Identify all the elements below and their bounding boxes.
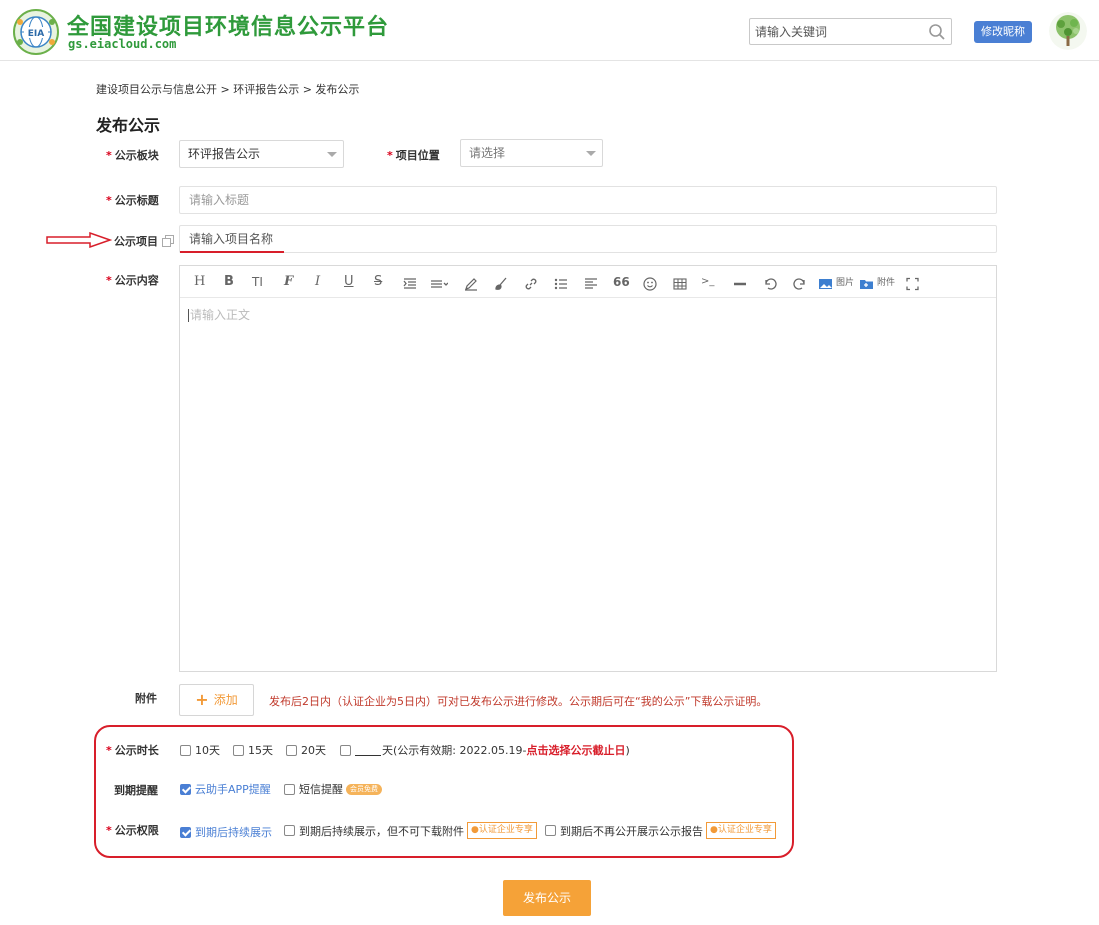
avatar[interactable] [1049,12,1087,50]
search-icon[interactable] [928,23,946,41]
annotation-underline [180,251,284,253]
indent-icon[interactable] [403,275,417,293]
attachment-label[interactable]: 附件 [877,274,895,292]
horizontal-rule-icon[interactable] [733,275,747,293]
quote-icon[interactable]: 66 [613,273,630,291]
shield-icon: ● [471,825,479,835]
duration-15-checkbox[interactable]: 15天 [233,742,273,758]
annotation-arrow-icon [46,232,112,248]
editor-content-area[interactable]: 请输入正文 [188,306,250,323]
shield-icon: ● [710,825,718,835]
board-select[interactable]: 环评报告公示 [179,140,344,168]
certified-only-badge: ●认证企业专享 [467,822,537,839]
member-free-badge: 会员免费 [346,783,382,795]
bullet-list-icon[interactable] [554,275,568,293]
required-mark: * [106,149,112,162]
checkbox-checked-icon [180,783,191,795]
permission-hide-report-checkbox[interactable]: 到期后不再公开展示公示报告 ●认证企业专享 [545,822,776,839]
fullscreen-icon[interactable] [906,275,919,293]
location-select-value: 请选择 [469,146,506,160]
bold-icon[interactable]: B [224,273,234,291]
required-mark: * [106,274,112,287]
project-label: 公示项目 [114,233,174,249]
site-domain: gs.eiacloud.com [68,37,177,51]
location-select[interactable]: 请选择 [460,139,603,167]
checkbox-icon [286,744,297,756]
permission-no-download-checkbox[interactable]: 到期后持续展示，但不可下载附件 ●认证企业专享 [284,822,537,839]
copy-icon[interactable] [162,235,174,247]
custom-days-input[interactable] [355,745,381,756]
required-mark: * [387,149,393,162]
top-header: EIA 全国建设项目环境信息公示平台 gs.eiacloud.com 修改昵称 [0,0,1099,61]
permission-keep-showing-checkbox[interactable]: 到期后持续展示 [180,824,272,840]
code-icon[interactable]: >_ [701,273,714,291]
duration-20-checkbox[interactable]: 20天 [286,742,326,758]
checkbox-icon [284,783,295,795]
rename-button[interactable]: 修改昵称 [974,21,1032,43]
line-height-icon[interactable] [430,275,448,293]
editor-toolbar: H B TI F I U S 66 >_ 图片 附件 [180,266,996,298]
font-family-icon[interactable]: F [284,273,293,291]
search-box[interactable] [749,18,952,45]
title-label: * 公示标题 [106,194,159,207]
checkbox-icon [233,744,244,756]
heading-icon[interactable]: H [194,273,205,291]
image-label[interactable]: 图片 [836,274,854,292]
required-mark: * [106,194,112,207]
checkbox-icon [545,825,556,836]
link-icon[interactable] [524,275,538,293]
content-label: * 公示内容 [106,274,159,287]
reminder-label: 到期提醒 [114,784,158,797]
publish-button[interactable]: 发布公示 [503,880,591,916]
font-size-icon[interactable]: TI [252,273,263,291]
search-input[interactable] [750,19,920,44]
attachment-row-label: 附件 [135,692,157,705]
required-mark: * [106,824,112,837]
add-attachment-button[interactable]: + 添加 [179,684,254,716]
page-title: 发布公示 [96,116,161,135]
checkbox-checked-icon [180,826,191,838]
pencil-icon[interactable] [464,275,478,293]
checkbox-icon [284,825,295,836]
checkbox-icon [340,744,351,756]
attachment-folder-icon[interactable] [859,275,874,293]
duration-custom-checkbox[interactable]: 天(公示有效期: 2022.05.19- 点击选择公示截止日) [340,742,630,758]
text-cursor [188,309,189,322]
svg-text:EIA: EIA [28,29,44,39]
reminder-app-checkbox[interactable]: 云助手APP提醒 [180,781,271,797]
board-label: * 公示板块 [106,149,159,162]
underline-icon[interactable]: U [344,273,354,291]
brush-icon[interactable] [494,275,508,293]
undo-icon[interactable] [763,275,777,293]
location-label: * 项目位置 [387,149,440,162]
title-input[interactable]: 请输入标题 [179,186,997,214]
italic-icon[interactable]: I [315,273,320,291]
emoji-icon[interactable] [643,275,657,293]
editor-placeholder: 请输入正文 [190,308,251,322]
duration-label: * 公示时长 [106,744,159,757]
reminder-sms-checkbox[interactable]: 短信提醒 会员免费 [284,781,382,797]
strikethrough-icon[interactable]: S [374,273,382,291]
breadcrumb[interactable]: 建设项目公示与信息公开 > 环评报告公示 > 发布公示 [96,81,359,97]
rich-text-editor[interactable]: H B TI F I U S 66 >_ 图片 附件 请输入正文 [179,265,997,672]
align-left-icon[interactable] [584,275,598,293]
required-mark: * [106,744,112,757]
permission-label: * 公示权限 [106,824,159,837]
board-select-value: 环评报告公示 [188,147,261,161]
plus-icon: + [195,690,209,709]
chevron-down-icon [327,152,337,157]
redo-icon[interactable] [793,275,807,293]
certified-only-badge: ●认证企业专享 [706,822,776,839]
project-input[interactable]: 请输入项目名称 [179,225,997,253]
duration-10-checkbox[interactable]: 10天 [180,742,220,758]
pick-end-date-link[interactable]: 点击选择公示截止日 [526,742,625,758]
image-icon[interactable] [818,275,833,293]
attachment-note: 发布后2日内（认证企业为5日内）可对已发布公示进行修改。公示期后可在“我的公示”… [269,695,768,708]
checkbox-icon [180,744,191,756]
table-icon[interactable] [673,275,687,293]
eia-logo-icon[interactable]: EIA [12,8,60,56]
chevron-down-icon [586,151,596,156]
